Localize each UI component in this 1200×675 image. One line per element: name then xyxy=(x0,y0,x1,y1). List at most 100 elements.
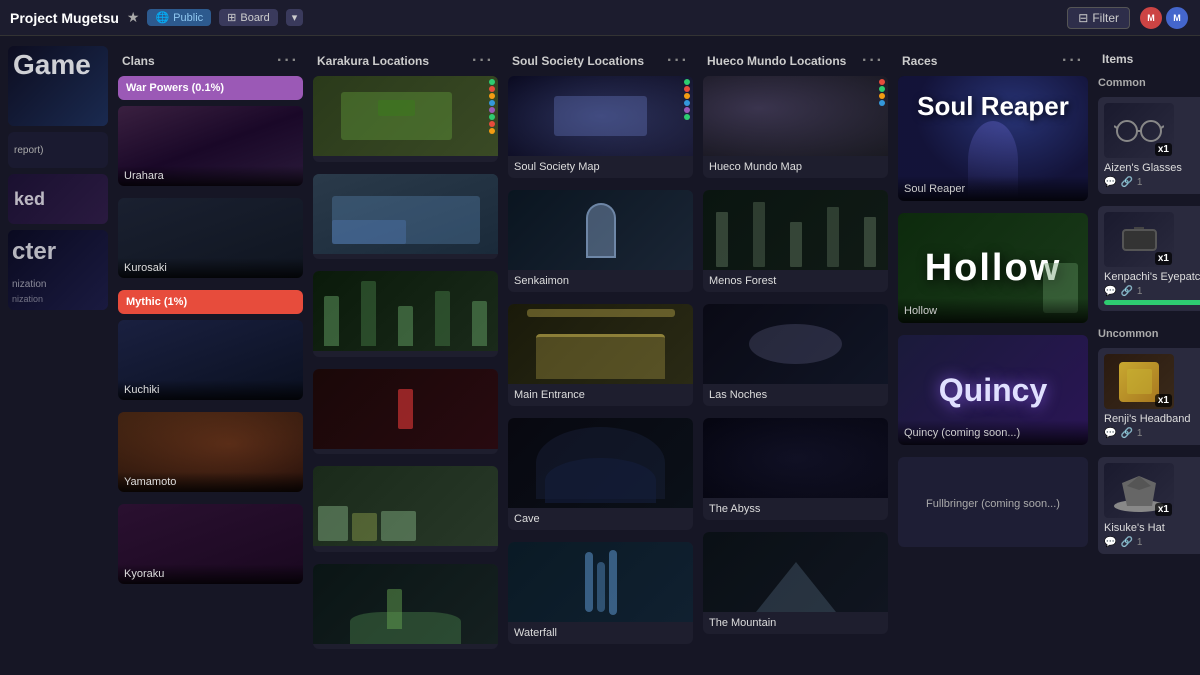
fullbringer-card[interactable]: Fullbringer (coming soon...) xyxy=(898,457,1088,547)
common-section-header: Common xyxy=(1098,72,1200,91)
side-item-ranked[interactable]: ked xyxy=(8,174,108,224)
kenpachis-eyepatch-meta: 💬 🔗 1 xyxy=(1104,286,1200,297)
game-label: Game xyxy=(13,51,91,79)
races-header: Races ··· xyxy=(898,46,1088,76)
kisukes-hat-name: Kisuke's Hat xyxy=(1104,522,1200,534)
board-badge[interactable]: ⊞ Board xyxy=(219,9,278,26)
urahara-name: Urahara xyxy=(118,166,303,186)
character-sublabel: nization xyxy=(12,279,46,290)
main-entrance-label: Main Entrance xyxy=(508,384,693,406)
races-column: Races ··· Soul Reaper Soul Reaper Hol xyxy=(898,46,1088,665)
board-area: Game report) ked cter nization nization … xyxy=(0,36,1200,675)
soul-society-column: Soul Society Locations ··· xyxy=(508,46,693,665)
karakura-column: Karakura Locations ··· xyxy=(313,46,498,665)
public-badge[interactable]: 🌐 Public xyxy=(147,9,211,26)
board-icon: ⊞ xyxy=(227,11,236,24)
the-abyss-label: The Abyss xyxy=(703,498,888,520)
soul-reaper-label: Soul Reaper xyxy=(904,183,965,195)
the-abyss-card[interactable]: The Abyss xyxy=(703,418,888,520)
races-menu[interactable]: ··· xyxy=(1062,52,1084,70)
filter-icon: ⊟ xyxy=(1078,11,1088,25)
hollow-forest-label: Hollow Forest xyxy=(313,351,498,357)
project-title: Project Mugetsu xyxy=(10,10,119,26)
hollow-title: Hollow xyxy=(925,247,1062,290)
menos-forest-label: Menos Forest xyxy=(703,270,888,292)
senkaimon-card[interactable]: Senkaimon xyxy=(508,190,693,292)
side-item-report[interactable]: report) xyxy=(8,132,108,168)
quincy-title: Quincy xyxy=(939,372,1047,409)
hueco-mundo-cards: Hueco Mundo Map Menos Forest xyxy=(703,76,888,650)
hueco-mundo-header: Hueco Mundo Locations ··· xyxy=(703,46,888,76)
hueco-mundo-menu[interactable]: ··· xyxy=(862,52,884,70)
the-mountain-card[interactable]: The Mountain xyxy=(703,532,888,634)
kyoraku-card[interactable]: Kyoraku xyxy=(118,504,303,584)
karakura-island-card[interactable]: Karakura Island xyxy=(313,564,498,650)
soul-society-menu[interactable]: ··· xyxy=(667,52,689,70)
topnav: Project Mugetsu ★ 🌐 Public ⊞ Board ▾ ⊟ F… xyxy=(0,0,1200,36)
cave-card[interactable]: Cave xyxy=(508,418,693,530)
mythic-tag[interactable]: Mythic (1%) xyxy=(118,290,303,314)
soul-society-map-card[interactable]: Soul Society Map xyxy=(508,76,693,178)
kurosaki-card[interactable]: Kurosaki xyxy=(118,198,303,278)
items-header: Items xyxy=(1098,46,1200,72)
glasses-icon xyxy=(1114,116,1164,146)
menos-cave-label: Menos Cave xyxy=(313,449,498,455)
items-cards: Common x1 xyxy=(1098,72,1200,570)
renjis-headband-card[interactable]: x1 Renji's Headband 💬 🔗 1 xyxy=(1098,348,1200,445)
star-icon[interactable]: ★ xyxy=(127,9,140,26)
dropdown-chevron[interactable]: ▾ xyxy=(286,9,304,26)
soul-reaper-title: Soul Reaper xyxy=(917,91,1069,121)
kisukes-hat-meta: 💬 🔗 1 xyxy=(1104,537,1200,548)
side-item-character[interactable]: cter nization nization xyxy=(8,230,108,310)
aizens-glasses-meta: 💬 🔗 1 xyxy=(1104,177,1200,188)
yamamoto-card[interactable]: Yamamoto xyxy=(118,412,303,492)
soul-reaper-card[interactable]: Soul Reaper Soul Reaper xyxy=(898,76,1088,201)
war-powers-tag[interactable]: War Powers (0.1%) xyxy=(118,76,303,100)
quincy-label: Quincy (coming soon...) xyxy=(904,427,1020,439)
karakura-island-label: Karakura Island xyxy=(313,644,498,650)
hollow-forest-card[interactable]: Hollow Forest xyxy=(313,271,498,357)
ranked-label: ked xyxy=(14,189,45,210)
karakura-cards: Karakura Map Urahara Shop xyxy=(313,76,498,665)
globe-icon: 🌐 xyxy=(155,11,169,24)
filter-button[interactable]: ⊟ Filter xyxy=(1067,7,1130,29)
karakura-map-label: Karakura Map xyxy=(313,156,498,162)
karakura-menu[interactable]: ··· xyxy=(472,52,494,70)
cave-label: Cave xyxy=(508,508,693,530)
kuchiki-name: Kuchiki xyxy=(118,380,303,400)
urahara-card[interactable]: Urahara xyxy=(118,106,303,186)
report-label: report) xyxy=(14,145,43,156)
hueco-mundo-map-card[interactable]: Hueco Mundo Map xyxy=(703,76,888,178)
yamamoto-name: Yamamoto xyxy=(118,472,303,492)
clans-column: Clans ··· War Powers (0.1%) Urahara Kuro… xyxy=(118,46,303,665)
aizens-glasses-card[interactable]: x1 Aizen's Glasses 💬 🔗 1 xyxy=(1098,97,1200,194)
kyoraku-name: Kyoraku xyxy=(118,564,303,584)
hollow-card[interactable]: Hollow Hollow xyxy=(898,213,1088,323)
waterfall-label: Waterfall xyxy=(508,622,693,644)
quincy-card[interactable]: Quincy Quincy (coming soon...) xyxy=(898,335,1088,445)
karakura-map-card[interactable]: Karakura Map xyxy=(313,76,498,162)
kenpachis-eyepatch-card[interactable]: x1 Kenpachi's Eyepatch 💬 🔗 1 xyxy=(1098,206,1200,311)
kisukes-hat-card[interactable]: x1 Kisuke's Hat 💬 🔗 1 xyxy=(1098,457,1200,554)
clans-menu[interactable]: ··· xyxy=(277,52,299,70)
avatar-1[interactable]: M xyxy=(1138,5,1164,31)
soul-society-header: Soul Society Locations ··· xyxy=(508,46,693,76)
clans-cards: War Powers (0.1%) Urahara Kurosaki Mythi… xyxy=(118,76,303,600)
menos-forest-card[interactable]: Menos Forest xyxy=(703,190,888,292)
kuchiki-card[interactable]: Kuchiki xyxy=(118,320,303,400)
main-entrance-card[interactable]: Main Entrance xyxy=(508,304,693,406)
the-mountain-label: The Mountain xyxy=(703,612,888,634)
side-item-game[interactable]: Game xyxy=(8,46,108,126)
las-noches-card[interactable]: Las Noches xyxy=(703,304,888,406)
avatar-2[interactable]: M xyxy=(1164,5,1190,31)
karakura-neighbourhood-card[interactable]: Karakura Neighbourhood xyxy=(313,466,498,552)
karakura-header: Karakura Locations ··· xyxy=(313,46,498,76)
kenpachis-eyepatch-name: Kenpachi's Eyepatch xyxy=(1104,271,1200,283)
renjis-headband-name: Renji's Headband xyxy=(1104,413,1200,425)
glasses-count: x1 xyxy=(1155,143,1172,156)
items-column: Items Common xyxy=(1098,46,1200,665)
waterfall-card[interactable]: Waterfall xyxy=(508,542,693,644)
uncommon-section-header: Uncommon xyxy=(1098,323,1200,342)
menos-cave-card[interactable]: Menos Cave xyxy=(313,369,498,455)
urahara-shop-card[interactable]: Urahara Shop xyxy=(313,174,498,260)
